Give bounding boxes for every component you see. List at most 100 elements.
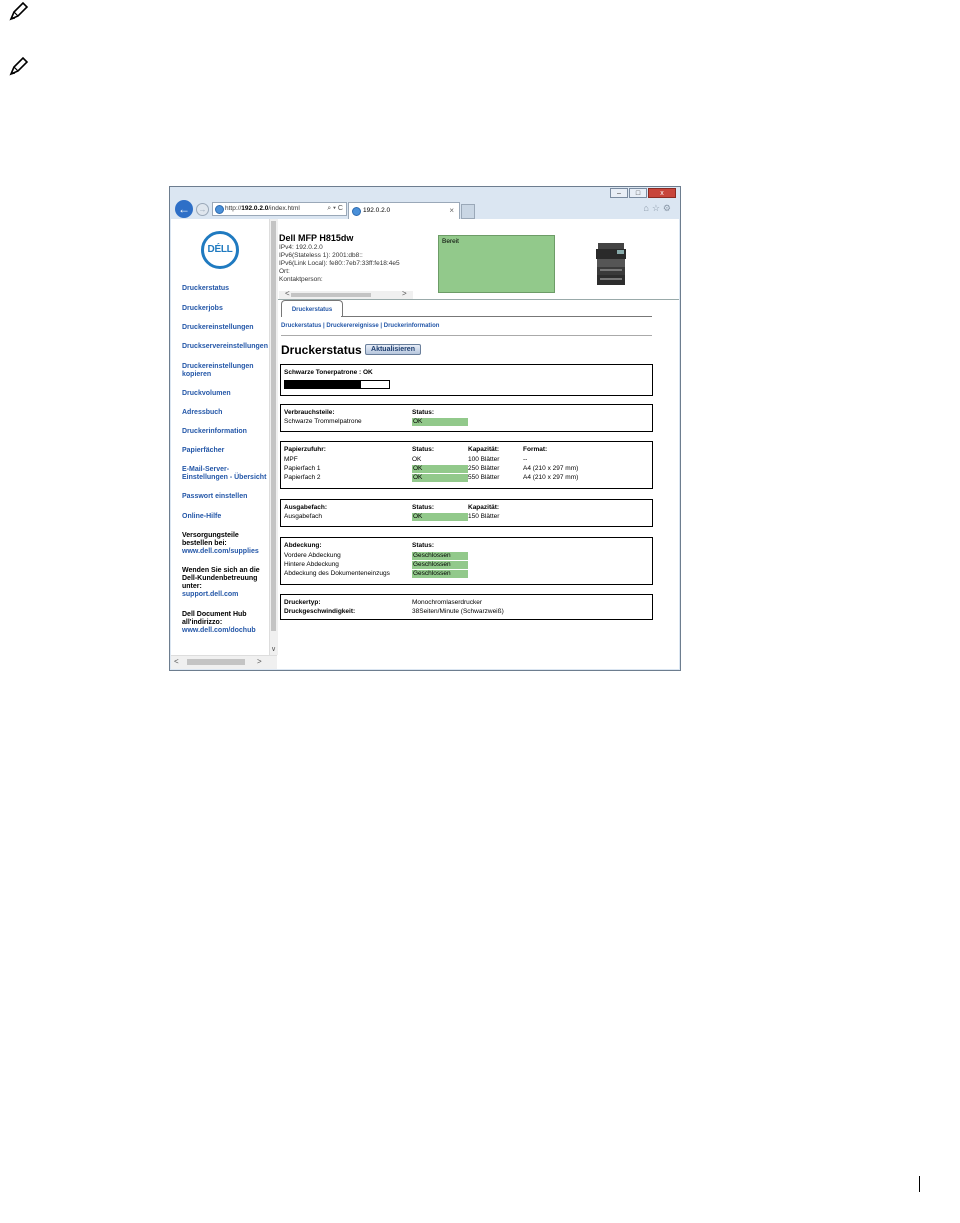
toner-level-bar [284,380,390,389]
sidebar-item-passwort[interactable]: Passwort einstellen [182,493,247,501]
page-margin-rule [919,1176,920,1192]
forward-button[interactable]: → [196,203,209,216]
scroll-left-icon[interactable]: < [285,289,290,298]
tray-capacity: 550 Blätter [468,474,500,481]
status-header: Status: [412,409,435,416]
sidebar-item-kopieren-line1[interactable]: Druckereinstellungen [182,363,254,371]
maximize-button[interactable]: □ [629,188,647,198]
sub-divider [281,335,652,336]
minimize-button[interactable]: – [610,188,628,198]
tray-name: Papierfach 2 [284,474,321,481]
device-ipv6-stateless: IPv6(Stateless 1): 2001:db8:: [279,252,363,259]
covers-section: Abdeckung: Status: Vordere Abdeckung Ges… [280,537,653,585]
ie-icon [352,207,361,216]
tray-capacity: 250 Blätter [468,465,500,472]
supplies-link[interactable]: www.dell.com/supplies [182,548,259,556]
sidebar-item-email-line2[interactable]: Einstellungen - Übersicht [182,474,266,482]
close-window-button[interactable]: x [648,188,676,198]
tray-name: MPF [284,456,298,463]
browser-tab[interactable]: 192.0.2.0 × [348,202,460,219]
scrollbar-thumb[interactable] [187,659,245,665]
sidebar-vertical-scrollbar[interactable]: ∨ [269,219,278,655]
trays-section: Papierzufuhr: Status: Kapazität: Format:… [280,441,653,489]
scroll-right-icon[interactable]: > [402,289,407,298]
tab-druckerstatus[interactable]: Druckerstatus [281,300,343,317]
info-horizontal-scrollbar[interactable]: < > [279,289,413,299]
sidebar-item-druckerinformation[interactable]: Druckerinformation [182,428,247,436]
note-icon [9,56,29,76]
sidebar-horizontal-scrollbar[interactable]: < > [171,655,277,669]
close-tab-icon[interactable]: × [449,203,454,218]
cover-name: Hintere Abdeckung [284,561,339,568]
capacity-header: Kapazität: [468,504,500,511]
sidebar-item-druckerjobs[interactable]: Druckerjobs [182,305,223,313]
drum-status: OK [412,418,468,426]
toner-level-fill [285,381,361,388]
sidebar-item-druckereinstellungen[interactable]: Druckereinstellungen [182,324,254,332]
device-ipv4: IPv4: 192.0.2.0 [279,244,323,251]
dochub-text-2: all'indirizzo: [182,619,223,626]
printer-status-panel: Bereit [438,235,555,293]
scroll-left-icon[interactable]: < [174,657,179,666]
url-path: /index.html [268,205,300,212]
print-speed-label: Druckgeschwindigkeit: [284,608,356,615]
tray-status: OK [412,456,422,463]
tray-capacity: 100 Blätter [468,456,500,463]
support-text-2: Dell-Kundenbetreuung [182,575,258,582]
tab-divider [341,316,652,317]
cover-status: Geschlossen [412,561,468,569]
consumables-section: Verbrauchsteile: Status: Schwarze Tromme… [280,404,653,432]
output-status: OK [412,513,468,521]
tray-status: OK [412,465,468,473]
back-button[interactable]: ← [175,200,193,218]
scroll-down-icon[interactable]: ∨ [271,645,276,653]
sub-navigation[interactable]: Druckerstatus | Druckerereignisse | Druc… [281,323,439,329]
sidebar-item-kopieren-line2[interactable]: kopieren [182,371,211,379]
printer-info-section: Druckertyp: Monochromlaserdrucker Druckg… [280,594,653,620]
scrollbar-thumb[interactable] [291,293,371,297]
cover-name: Abdeckung des Dokumenteneinzugs [284,570,390,577]
url-prefix: http:// [225,205,242,212]
toner-section: Schwarze Tonerpatrone : OK [280,364,653,396]
refresh-button[interactable]: Aktualisieren [365,344,421,355]
printer-type-label: Druckertyp: [284,599,321,606]
print-speed-value: 38Seiten/Minute (Schwarzweiß) [412,608,504,615]
sidebar-item-adressbuch[interactable]: Adressbuch [182,409,222,417]
page-title: Druckerstatus - [281,343,370,357]
sidebar-item-druckvolumen[interactable]: Druckvolumen [182,390,231,398]
format-header: Format: [523,446,548,453]
sidebar-item-druckservereinstellungen[interactable]: Druckservereinstellungen [182,343,268,351]
drum-name: Schwarze Trommelpatrone [284,418,362,425]
covers-header: Abdeckung: [284,542,322,549]
device-location: Ort: [279,268,290,275]
support-text-3: unter: [182,583,202,590]
sidebar-item-druckerstatus[interactable]: Druckerstatus [182,285,229,293]
support-text-1: Wenden Sie sich an die [182,567,260,574]
sidebar: DÉLL Druckerstatus Druckerjobs Druckerei… [171,219,269,669]
output-header: Ausgabefach: [284,504,327,511]
search-refresh-icon[interactable]: ⌕ ▾ C [327,203,343,215]
device-name: Dell MFP H815dw [279,233,354,243]
dochub-link[interactable]: www.dell.com/dochub [182,627,256,635]
printer-type-value: Monochromlaserdrucker [412,599,483,606]
browser-window: – □ x ← → http://192.0.2.0/index.html ⌕ … [169,186,681,671]
tray-name: Papierfach 1 [284,465,321,472]
tray-format: A4 (210 x 297 mm) [523,474,579,481]
cover-name: Vordere Abdeckung [284,552,341,559]
sidebar-item-online-hilfe[interactable]: Online-Hilfe [182,513,221,521]
status-header: Status: [412,542,435,549]
address-bar[interactable]: http://192.0.2.0/index.html ⌕ ▾ C [212,202,347,216]
cover-status: Geschlossen [412,570,468,578]
sidebar-item-papierfaecher[interactable]: Papierfächer [182,447,224,455]
new-tab-button[interactable] [461,204,475,219]
capacity-header: Kapazität: [468,446,500,453]
scroll-right-icon[interactable]: > [257,657,262,666]
tab-title: 192.0.2.0 [363,207,391,214]
support-link[interactable]: support.dell.com [182,591,238,599]
ie-icon [215,205,224,214]
sidebar-item-email-line1[interactable]: E-Mail-Server- [182,466,229,474]
supplies-text-2: bestellen bei: [182,540,227,547]
note-icon [9,1,29,21]
scrollbar-thumb[interactable] [271,221,276,631]
home-star-gear-icons[interactable]: ⌂☆⚙ [643,203,674,214]
